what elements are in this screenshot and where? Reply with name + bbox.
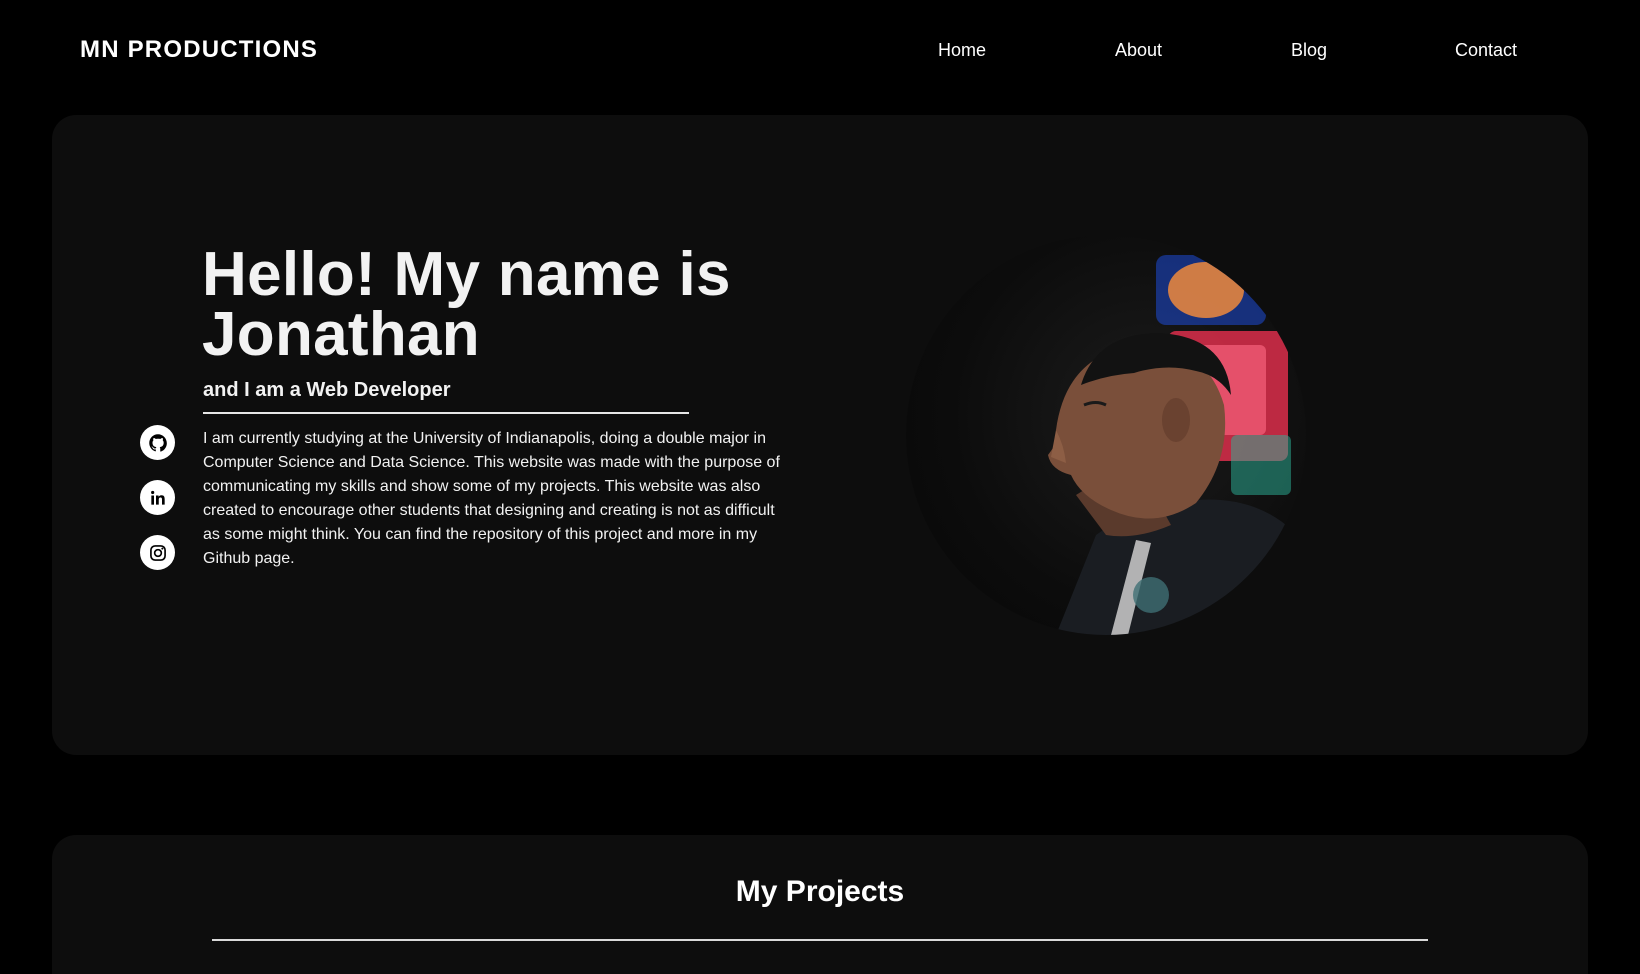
nav-contact-link[interactable]: Contact [1455, 40, 1517, 61]
hero-card: Hello! My name is Jonathan and I am a We… [52, 115, 1588, 755]
main-nav: Home About Blog Contact [0, 40, 1640, 64]
nav-blog-link[interactable]: Blog [1291, 40, 1327, 61]
nav-about-link[interactable]: About [1115, 40, 1162, 61]
github-icon [148, 433, 167, 452]
hero-divider [203, 412, 689, 414]
instagram-link-button[interactable] [140, 535, 175, 570]
instagram-icon [149, 544, 166, 561]
hero-subtitle: and I am a Web Developer [203, 379, 451, 401]
linkedin-icon [150, 490, 165, 505]
linkedin-link-button[interactable] [140, 480, 175, 515]
hero-bio: I am currently studying at the Universit… [203, 430, 780, 567]
profile-photo [906, 235, 1306, 635]
site-header: MN PRODUCTIONS Home About Blog Contact [0, 0, 1640, 100]
profile-photo-illustration [1048, 255, 1306, 635]
github-link-button[interactable] [140, 425, 175, 460]
projects-title: My Projects [735, 875, 905, 908]
hero-title: Hello! My name is Jonathan [202, 240, 731, 369]
page: MN PRODUCTIONS Home About Blog Contact H… [0, 0, 1640, 974]
nav-home-link[interactable]: Home [938, 40, 986, 61]
projects-divider [212, 939, 1428, 941]
projects-card: My Projects [52, 835, 1588, 974]
